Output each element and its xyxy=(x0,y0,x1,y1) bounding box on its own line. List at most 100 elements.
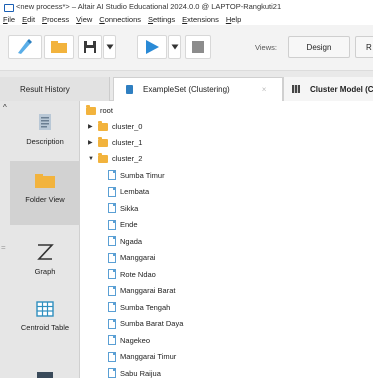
tree-leaf-label: Ngada xyxy=(120,236,143,246)
tree-cluster-0[interactable]: ▶ cluster_0 xyxy=(88,120,142,131)
document-icon xyxy=(108,368,116,378)
save-process-button[interactable] xyxy=(78,35,102,59)
sidebar-item-label: Folder View xyxy=(25,195,65,204)
menu-help[interactable]: Help xyxy=(226,15,241,24)
chevron-down-icon xyxy=(171,44,178,50)
open-folder-icon xyxy=(51,41,67,53)
play-icon xyxy=(146,40,159,54)
views-label: Views: xyxy=(255,43,277,52)
scroll-up-icon[interactable]: ^ xyxy=(3,103,7,112)
tree-leaf-label: Sumba Tengah xyxy=(120,302,171,312)
tree-leaf-item[interactable]: Sumba Timur xyxy=(108,170,165,180)
new-process-icon xyxy=(18,39,32,54)
document-icon xyxy=(108,252,116,263)
sidebar-item-folder-view[interactable]: Folder View xyxy=(10,161,80,225)
tree-leaf-item[interactable]: Manggarai xyxy=(108,252,156,263)
run-process-button[interactable] xyxy=(137,35,167,59)
tree-leaf-label: Manggarai Timur xyxy=(120,352,177,361)
tree-leaf-label: Nagekeo xyxy=(120,335,151,345)
menu-process[interactable]: Process xyxy=(42,15,69,24)
view-sidebar: ^ = Description Folder View Graph Centro… xyxy=(0,101,80,378)
tree-leaf-item[interactable]: Sikka xyxy=(108,203,138,213)
folder-icon xyxy=(98,120,108,131)
tree-leaf-item[interactable]: Sabu Raijua xyxy=(108,368,161,378)
tree-leaf-item[interactable]: Manggarai Timur xyxy=(108,351,177,362)
document-icon xyxy=(108,302,116,312)
app-icon xyxy=(4,3,14,12)
tree-cluster-1[interactable]: ▶ cluster_1 xyxy=(88,136,143,147)
menu-edit[interactable]: Edit xyxy=(22,15,35,24)
tree-cluster-2[interactable]: ▼ cluster_2 xyxy=(88,152,143,163)
tree-leaf-item[interactable]: Ende xyxy=(108,219,138,230)
tree-leaf-label: Sikka xyxy=(120,203,139,213)
resize-grip-icon[interactable]: = xyxy=(1,243,6,252)
run-dropdown-button[interactable] xyxy=(168,35,181,59)
stop-icon xyxy=(192,41,204,53)
save-dropdown-button[interactable] xyxy=(103,35,116,59)
menu-file[interactable]: File xyxy=(3,15,15,24)
tree-leaf-item[interactable]: Sumba Tengah xyxy=(108,302,170,312)
partial-view-icon xyxy=(37,372,53,378)
description-icon xyxy=(39,114,51,130)
document-icon xyxy=(108,318,116,329)
tab-result-history[interactable]: Result History xyxy=(0,77,110,101)
tree-leaf-item[interactable]: Manggarai Barat xyxy=(108,285,176,296)
title-bar: <new process*> – Altair AI Studio Educat… xyxy=(0,0,373,13)
tree-leaf-label: Sabu Raijua xyxy=(120,368,161,378)
chevron-right-icon[interactable]: ▶ xyxy=(88,123,94,130)
chevron-right-icon[interactable]: ▶ xyxy=(88,139,94,146)
save-disk-icon xyxy=(84,41,96,53)
sidebar-item-description[interactable]: Description xyxy=(10,111,80,147)
design-view-button[interactable]: Design xyxy=(288,36,350,58)
graph-icon xyxy=(37,244,54,260)
table-icon xyxy=(36,301,54,317)
tree-leaf-label: Lembata xyxy=(120,187,150,196)
close-icon[interactable]: × xyxy=(262,85,267,94)
menu-extensions[interactable]: Extensions xyxy=(182,15,219,24)
document-icon xyxy=(108,236,116,246)
document-icon xyxy=(108,285,116,296)
sidebar-item-centroid-table[interactable]: Centroid Table xyxy=(10,301,80,333)
open-process-button[interactable] xyxy=(44,35,74,59)
menu-settings[interactable]: Settings xyxy=(148,15,175,24)
tab-label: Result History xyxy=(20,84,70,94)
cluster-model-icon xyxy=(292,85,300,93)
tab-cluster-model[interactable]: Cluster Model (Cl xyxy=(283,77,373,101)
tree-leaf-item[interactable]: Sumba Barat Daya xyxy=(108,318,184,329)
tree-node-label: cluster_2 xyxy=(112,154,143,163)
tree-root[interactable]: root xyxy=(86,104,113,115)
tree-leaf-label: Manggarai Barat xyxy=(120,286,176,295)
exampleset-icon xyxy=(126,85,133,94)
stop-process-button[interactable] xyxy=(185,35,211,59)
menu-view[interactable]: View xyxy=(76,15,92,24)
folder-icon xyxy=(86,104,96,115)
document-icon xyxy=(108,203,116,213)
tree-leaf-label: Sumba Timur xyxy=(120,170,165,180)
tab-exampleset-clustering[interactable]: ExampleSet (Clustering) × xyxy=(113,77,283,101)
tree-leaf-item[interactable]: Nagekeo xyxy=(108,335,150,345)
folder-icon xyxy=(35,174,55,188)
results-tab-bar: Result History ExampleSet (Clustering) ×… xyxy=(0,71,373,101)
tab-label: Cluster Model (Cl xyxy=(310,84,373,94)
sidebar-item-more[interactable] xyxy=(10,371,80,378)
sidebar-item-graph[interactable]: Graph xyxy=(10,243,80,277)
sidebar-item-label: Centroid Table xyxy=(20,323,70,332)
document-icon xyxy=(108,351,116,362)
window-title: <new process*> – Altair AI Studio Educat… xyxy=(16,2,282,11)
tree-leaf-item[interactable]: Rote Ndao xyxy=(108,269,156,279)
new-process-button[interactable] xyxy=(8,35,42,59)
tree-node-label: cluster_1 xyxy=(112,138,143,147)
folder-icon xyxy=(98,136,108,147)
chevron-down-icon[interactable]: ▼ xyxy=(88,156,94,162)
sidebar-item-label: Graph xyxy=(34,267,56,276)
menu-connections[interactable]: Connections xyxy=(99,15,141,24)
tree-leaf-item[interactable]: Ngada xyxy=(108,236,142,246)
tree-leaf-item[interactable]: Lembata xyxy=(108,186,150,197)
tree-leaf-label: Manggarai xyxy=(120,253,156,262)
chevron-down-icon xyxy=(106,44,113,50)
results-view-button[interactable]: R xyxy=(355,36,373,58)
document-icon xyxy=(108,219,116,230)
document-icon xyxy=(108,186,116,197)
tree-leaf-label: Sumba Barat Daya xyxy=(120,319,184,328)
cluster-folder-tree: root ▶ cluster_0 ▶ cluster_1 ▼ cluster_2… xyxy=(86,104,373,378)
